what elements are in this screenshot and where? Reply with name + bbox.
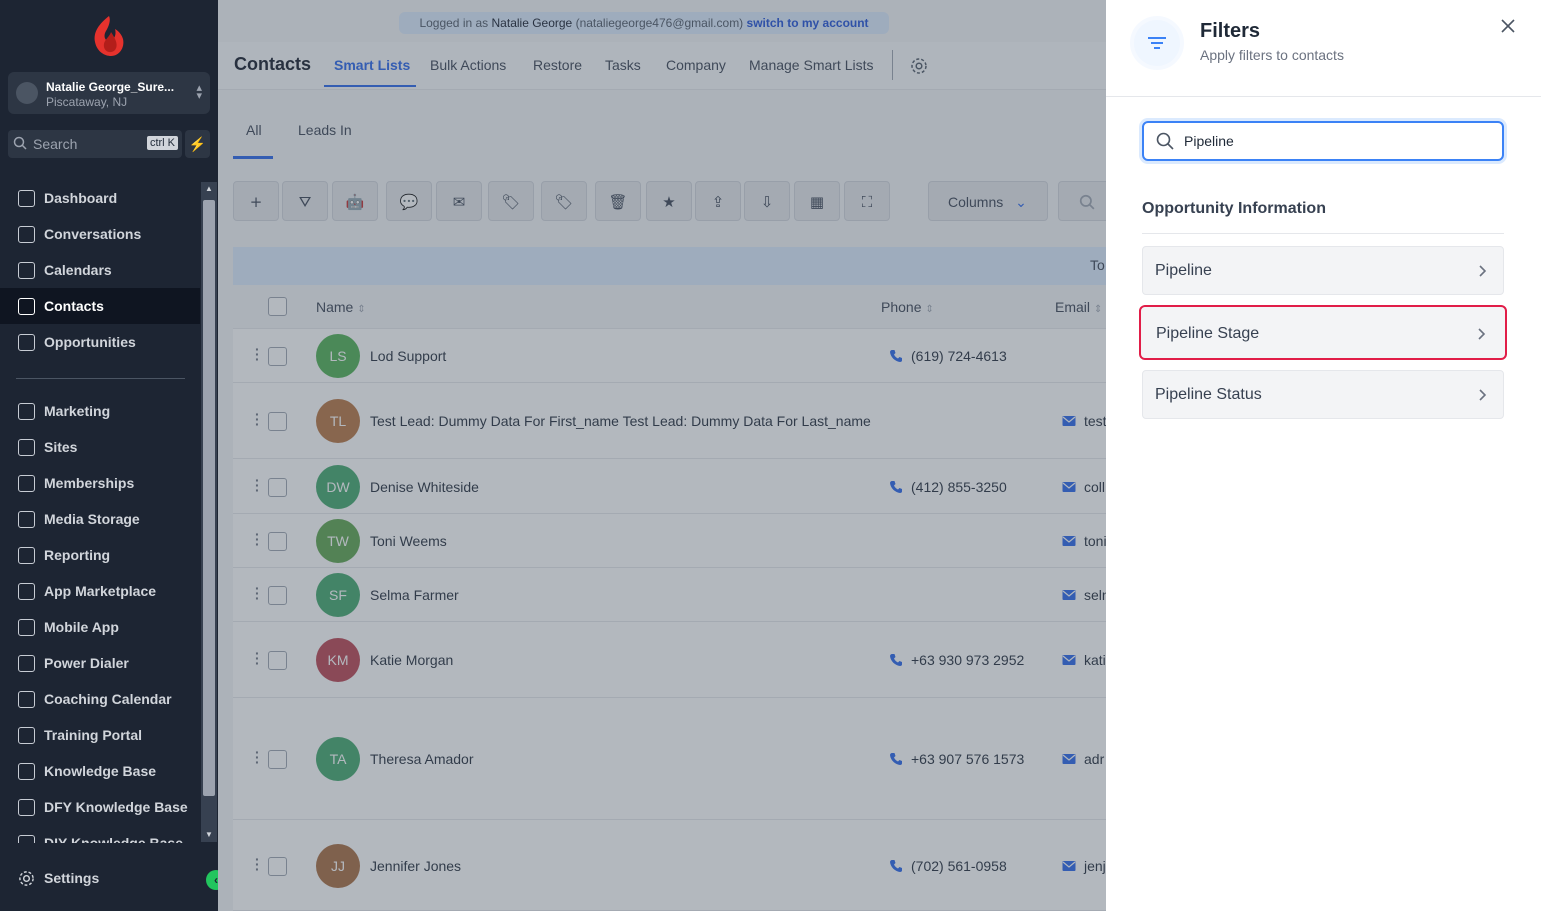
sidebar-item-label: Power Dialer xyxy=(44,655,129,671)
sidebar-item-label: Memberships xyxy=(44,475,135,491)
sidebar-item-label: App Marketplace xyxy=(44,583,157,599)
sidebar-item-reporting[interactable]: Reporting xyxy=(0,537,200,573)
gear-icon xyxy=(19,871,34,886)
users-icon xyxy=(18,799,35,816)
sidebar-item-coaching-calendar[interactable]: Coaching Calendar xyxy=(0,681,200,717)
scroll-up-icon[interactable]: ▲ xyxy=(205,184,213,193)
filter-option-label: Pipeline Status xyxy=(1155,386,1262,403)
filter-search-input[interactable] xyxy=(1184,131,1484,151)
sidebar-scrollbar[interactable]: ▲ ▼ xyxy=(201,182,217,842)
sidebar: Natalie George_Sure... Piscataway, NJ ▴ ▾… xyxy=(0,0,226,911)
chevron-right-icon xyxy=(1479,389,1487,401)
sidebar-item-label: Marketing xyxy=(44,403,111,419)
book-icon xyxy=(18,835,35,843)
search-icon xyxy=(13,136,27,150)
megaphone-icon xyxy=(18,403,35,420)
filter-option-label: Pipeline Stage xyxy=(1156,325,1260,342)
filter-option-pipeline-stage[interactable]: Pipeline Stage xyxy=(1139,305,1507,360)
sidebar-item-label: Sites xyxy=(44,439,78,455)
filter-lines-icon xyxy=(1148,37,1166,49)
panel-subtitle: Apply filters to contacts xyxy=(1200,47,1344,63)
scrollbar-thumb[interactable] xyxy=(203,200,215,796)
app-logo xyxy=(94,16,124,56)
dialer-icon xyxy=(18,655,35,672)
flame-icon xyxy=(18,727,35,744)
filter-option-pipeline[interactable]: Pipeline xyxy=(1142,246,1504,295)
sidebar-item-label: Dashboard xyxy=(44,190,118,206)
contacts-icon xyxy=(18,298,35,315)
sidebar-item-power-dialer[interactable]: Power Dialer xyxy=(0,645,200,681)
sidebar-item-label: Settings xyxy=(44,870,100,886)
sidebar-item-label: Calendars xyxy=(44,262,112,278)
sidebar-item-label: Media Storage xyxy=(44,511,140,527)
sidebar-item-contacts[interactable]: Contacts xyxy=(0,288,200,324)
sidebar-item-label: Training Portal xyxy=(44,727,143,743)
sidebar-item-knowledge-base[interactable]: Knowledge Base xyxy=(0,753,200,789)
sidebar-item-label: Contacts xyxy=(44,298,104,314)
sidebar-item-diy-knowledge-base[interactable]: DIY Knowledge Base xyxy=(0,825,200,843)
account-location: Piscataway, NJ xyxy=(46,95,128,109)
sidebar-item-label: DIY Knowledge Base xyxy=(44,835,184,843)
sidebar-item-dfy-knowledge-base[interactable]: DFY Knowledge Base xyxy=(0,789,200,825)
panel-divider xyxy=(1106,96,1541,97)
filter-search-field[interactable] xyxy=(1142,121,1504,161)
chevron-right-icon xyxy=(1478,328,1486,340)
sidebar-item-mobile-app[interactable]: Mobile App xyxy=(0,609,200,645)
chevron-right-icon xyxy=(1479,265,1487,277)
location-icon xyxy=(16,82,38,104)
account-name: Natalie George_Sure... xyxy=(46,80,175,94)
sidebar-item-opportunities[interactable]: Opportunities xyxy=(0,324,200,360)
panel-title: Filters xyxy=(1200,20,1261,42)
grid-icon xyxy=(18,583,35,600)
sidebar-item-label: Mobile App xyxy=(44,619,119,635)
scroll-down-icon[interactable]: ▼ xyxy=(205,830,213,839)
sidebar-item-marketing[interactable]: Marketing xyxy=(0,393,200,429)
section-title: Opportunity Information xyxy=(1142,200,1326,217)
sidebar-item-app-marketplace[interactable]: App Marketplace xyxy=(0,573,200,609)
award-icon xyxy=(18,475,35,492)
filter-option-label: Pipeline xyxy=(1155,262,1212,279)
sidebar-item-dashboard[interactable]: Dashboard xyxy=(0,180,200,216)
sidebar-item-label: Reporting xyxy=(44,547,111,563)
close-icon[interactable] xyxy=(1498,16,1518,36)
sidebar-item-sites[interactable]: Sites xyxy=(0,429,200,465)
sidebar-item-label: Knowledge Base xyxy=(44,763,157,779)
sidebar-item-calendars[interactable]: Calendars xyxy=(0,252,200,288)
chat-icon xyxy=(18,226,35,243)
sites-icon xyxy=(18,439,35,456)
sidebar-item-label: DFY Knowledge Base xyxy=(44,799,188,815)
calendar-grid-icon xyxy=(18,691,35,708)
sidebar-search[interactable]: Search ctrl K xyxy=(8,130,182,158)
modal-overlay[interactable] xyxy=(218,0,1106,911)
sidebar-item-media-storage[interactable]: Media Storage xyxy=(0,501,200,537)
sidebar-item-settings[interactable]: Settings xyxy=(0,860,200,896)
sidebar-item-memberships[interactable]: Memberships xyxy=(0,465,200,501)
search-icon xyxy=(1156,132,1174,150)
filter-option-pipeline-status[interactable]: Pipeline Status xyxy=(1142,370,1504,419)
chevron-updown-icon: ▴ ▾ xyxy=(196,82,202,102)
calendar-icon xyxy=(18,262,35,279)
filters-panel: Filters Apply filters to contacts Opport… xyxy=(1106,0,1541,911)
filter-icon-badge xyxy=(1130,16,1184,70)
dashboard-icon xyxy=(18,190,35,207)
trend-icon xyxy=(18,547,35,564)
sidebar-divider xyxy=(16,378,185,379)
sidebar-item-training-portal[interactable]: Training Portal xyxy=(0,717,200,753)
sidebar-item-label: Conversations xyxy=(44,226,142,242)
section-divider xyxy=(1142,233,1504,234)
quick-action-bolt-icon[interactable]: ⚡ xyxy=(185,130,210,158)
sidebar-item-label: Opportunities xyxy=(44,334,136,350)
lightbulb-icon xyxy=(18,763,35,780)
image-icon xyxy=(18,511,35,528)
sidebar-item-conversations[interactable]: Conversations xyxy=(0,216,200,252)
opportunities-icon xyxy=(18,334,35,351)
search-placeholder: Search xyxy=(33,136,78,152)
phone-device-icon xyxy=(18,619,35,636)
account-switcher[interactable]: Natalie George_Sure... Piscataway, NJ ▴ ▾ xyxy=(8,72,210,114)
sidebar-item-label: Coaching Calendar xyxy=(44,691,172,707)
search-shortcut: ctrl K xyxy=(146,136,178,150)
